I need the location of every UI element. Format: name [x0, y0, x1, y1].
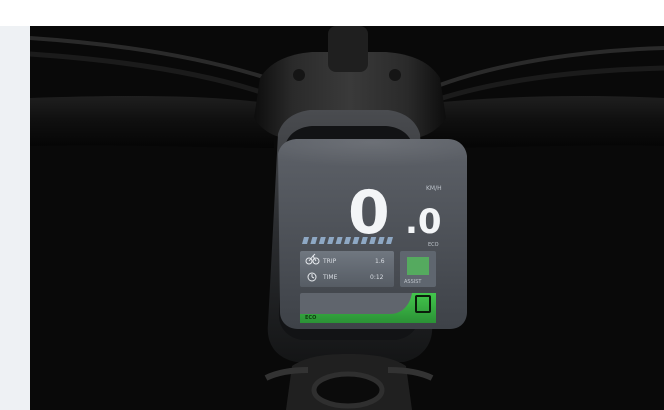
screenshot-page: KM/H 0 .0 ECO TRIP 1.6 TIME 0:12 ASSIST … — [0, 0, 664, 410]
assist-label: ASSIST — [404, 279, 422, 285]
trip-time-panel — [300, 251, 394, 287]
time-value: 0:12 — [370, 274, 384, 281]
ebike-display-photo-svg: KM/H 0 .0 ECO TRIP 1.6 TIME 0:12 ASSIST … — [30, 26, 664, 410]
right-handlebar — [420, 96, 664, 148]
time-label: TIME — [322, 274, 338, 281]
right-bolt — [389, 69, 401, 81]
left-bolt — [293, 69, 305, 81]
steerer-top — [328, 26, 368, 72]
battery-mode-label: ECO — [428, 242, 439, 248]
left-handlebar — [30, 96, 274, 148]
left-background-strip — [0, 26, 30, 410]
lower-stem-hole — [311, 371, 385, 409]
battery-bar — [302, 237, 393, 244]
trip-value: 1.6 — [375, 258, 385, 265]
screen-glare — [278, 139, 467, 174]
trip-label: TRIP — [322, 258, 337, 265]
ebike-display-photo: KM/H 0 .0 ECO TRIP 1.6 TIME 0:12 ASSIST … — [30, 26, 664, 410]
bottom-eco-label: ECO — [305, 315, 316, 321]
speed-decimal: .0 — [405, 202, 442, 242]
speed-unit-label: KM/H — [426, 185, 442, 192]
assist-box-icon — [407, 257, 429, 275]
